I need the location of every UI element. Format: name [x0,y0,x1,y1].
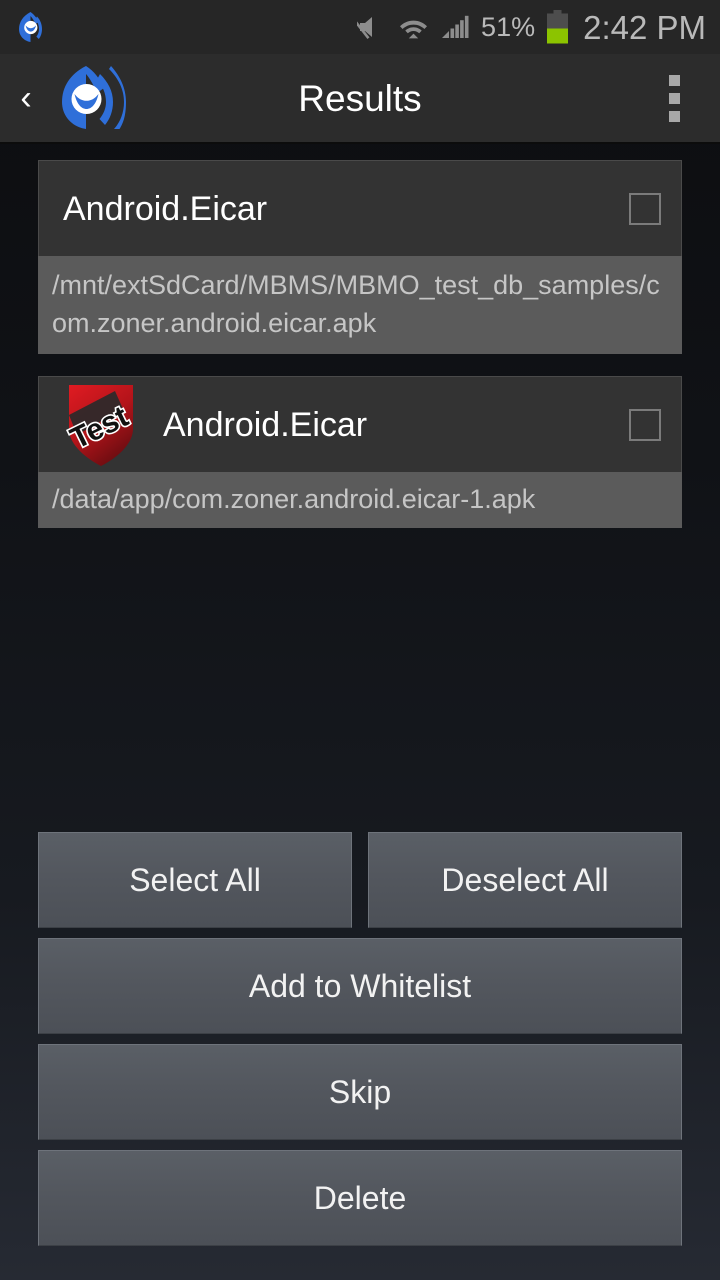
skip-button[interactable]: Skip [38,1044,682,1140]
test-shield-icon: Test [64,384,135,466]
status-bar: 51% 2:42 PM [0,0,720,54]
overflow-menu-icon[interactable] [658,64,690,132]
app-logo-icon [19,12,42,42]
overflow-dot [668,110,680,122]
overflow-dot [668,92,680,104]
status-bar-notifications [14,10,48,44]
battery-icon [547,10,569,44]
status-bar-clock: 2:42 PM [583,8,706,46]
result-path: /data/app/com.zoner.android.eicar-1.apk [38,472,682,528]
results-list: Android.Eicar /mnt/extSdCard/MBMS/MBMO_t… [0,144,720,550]
malwarebytes-logo-icon [62,66,126,129]
overflow-dot [668,74,680,86]
result-checkbox[interactable] [629,192,661,225]
select-all-button[interactable]: Select All [38,832,352,928]
mute-icon [357,17,373,39]
action-buttons: Select All Deselect All Add to Whitelist… [0,832,720,1280]
result-checkbox[interactable] [629,408,661,441]
status-bar-indicators: 51% 2:42 PM [357,10,706,44]
threat-name: Android.Eicar [63,191,268,226]
result-item: Test Android.Eicar /data/app/com.zoner.a… [38,376,682,528]
result-item: Android.Eicar /mnt/extSdCard/MBMS/MBMO_t… [38,160,682,354]
result-path: /mnt/extSdCard/MBMS/MBMO_test_db_samples… [38,256,682,354]
threat-name: Android.Eicar [163,407,368,442]
app-bar: ‹ Results [0,54,720,144]
selection-button-row: Select All Deselect All [38,832,682,928]
results-screen: 51% 2:42 PM ‹ Results Android.Eicar /mnt… [0,0,720,1280]
battery-percent-label: 51% [481,11,536,42]
add-to-whitelist-button[interactable]: Add to Whitelist [38,938,682,1034]
delete-button[interactable]: Delete [38,1150,682,1246]
back-button[interactable]: ‹ [6,54,46,142]
deselect-all-button[interactable]: Deselect All [368,832,682,928]
wifi-icon [400,20,428,39]
result-header[interactable]: Android.Eicar [38,160,682,256]
result-header[interactable]: Test Android.Eicar [38,376,682,472]
cell-signal-icon [442,15,469,39]
